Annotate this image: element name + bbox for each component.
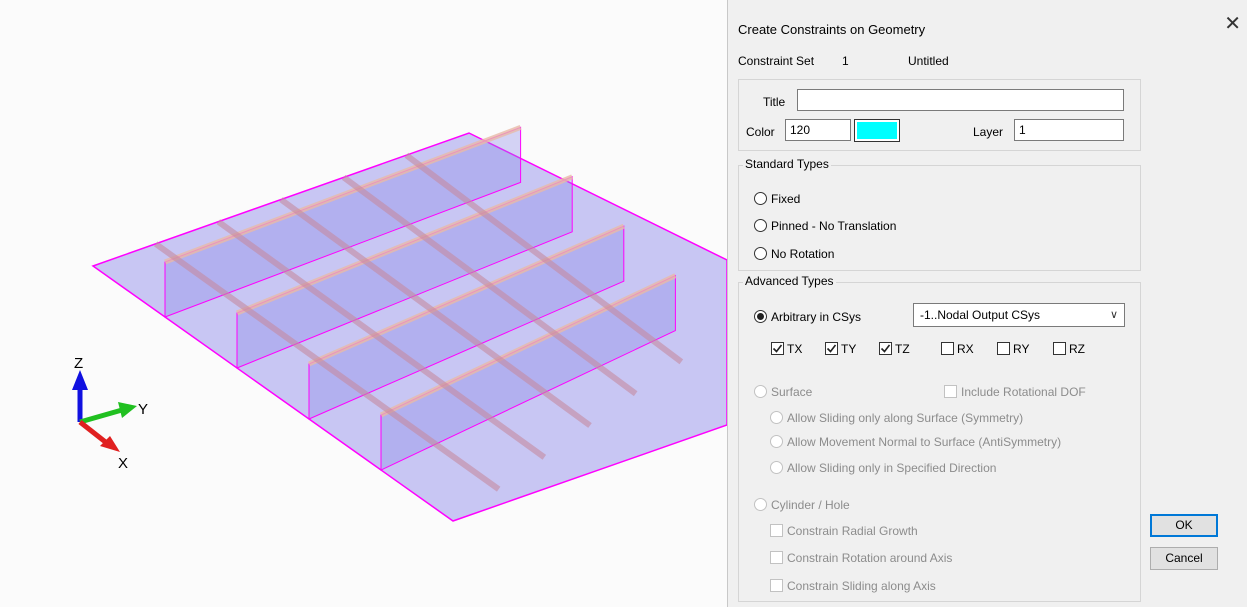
no-rotation-radio[interactable] bbox=[754, 247, 767, 260]
rx-checkbox[interactable] bbox=[941, 342, 954, 355]
constraint-set-id: 1 bbox=[842, 54, 849, 68]
tz-label: TZ bbox=[895, 342, 910, 356]
ok-button[interactable]: OK bbox=[1150, 514, 1218, 537]
y-axis-arrow bbox=[118, 402, 137, 418]
z-axis-label: Z bbox=[74, 355, 83, 372]
radial-growth-label: Constrain Radial Growth bbox=[787, 524, 918, 538]
pinned-label: Pinned - No Translation bbox=[771, 219, 897, 233]
standard-types-label: Standard Types bbox=[743, 157, 831, 171]
rz-label: RZ bbox=[1069, 342, 1085, 356]
csys-select[interactable]: -1..Nodal Output CSys ∨ bbox=[913, 303, 1125, 327]
ry-label: RY bbox=[1013, 342, 1030, 356]
cylinder-radio[interactable] bbox=[754, 498, 767, 511]
close-icon[interactable]: ✕ bbox=[1224, 14, 1241, 34]
advanced-types-group: Advanced Types Arbitrary in CSys -1..Nod… bbox=[738, 274, 1141, 602]
tz-checkbox[interactable] bbox=[879, 342, 892, 355]
rx-label: RX bbox=[957, 342, 974, 356]
properties-group: Title Color Layer bbox=[738, 79, 1141, 151]
include-rot-dof-label: Include Rotational DOF bbox=[961, 385, 1086, 399]
constraint-set-label: Constraint Set bbox=[738, 54, 815, 68]
advanced-types-label: Advanced Types bbox=[743, 274, 836, 288]
x-axis-label: X bbox=[118, 455, 128, 472]
y-axis bbox=[79, 407, 123, 425]
tx-checkbox[interactable] bbox=[771, 342, 784, 355]
sliding-direction-label: Allow Sliding only in Specified Directio… bbox=[787, 461, 997, 475]
model-scene: Z Y X bbox=[72, 125, 727, 522]
ty-checkbox[interactable] bbox=[825, 342, 838, 355]
ry-checkbox[interactable] bbox=[997, 342, 1010, 355]
surface-label: Surface bbox=[771, 385, 813, 399]
title-label: Title bbox=[763, 95, 786, 109]
arbitrary-csys-radio[interactable] bbox=[754, 310, 767, 323]
include-rot-dof-checkbox[interactable] bbox=[944, 385, 957, 398]
sliding-axis-checkbox[interactable] bbox=[770, 579, 783, 592]
chevron-down-icon: ∨ bbox=[1109, 309, 1118, 321]
layer-label: Layer bbox=[973, 125, 1004, 139]
color-label: Color bbox=[746, 125, 775, 139]
fixed-radio[interactable] bbox=[754, 192, 767, 205]
cylinder-label: Cylinder / Hole bbox=[771, 498, 850, 512]
sliding-surface-label: Allow Sliding only along Surface (Symmet… bbox=[787, 411, 1024, 425]
x-axis bbox=[78, 420, 110, 446]
title-input[interactable] bbox=[797, 89, 1124, 111]
model-viewport[interactable]: Z Y X bbox=[0, 0, 727, 607]
fixed-label: Fixed bbox=[771, 192, 801, 206]
csys-selected: -1..Nodal Output CSys bbox=[920, 308, 1041, 322]
standard-types-group: Standard Types Fixed Pinned - No Transla… bbox=[738, 157, 1141, 271]
surface-radio[interactable] bbox=[754, 385, 767, 398]
color-swatch bbox=[857, 122, 897, 139]
radial-growth-checkbox[interactable] bbox=[770, 524, 783, 537]
movement-normal-label: Allow Movement Normal to Surface (AntiSy… bbox=[787, 435, 1062, 449]
create-constraints-dialog: Create Constraints on Geometry ✕ Constra… bbox=[727, 0, 1247, 607]
z-axis-arrow bbox=[72, 370, 88, 390]
arbitrary-csys-label: Arbitrary in CSys bbox=[771, 310, 862, 324]
pinned-radio[interactable] bbox=[754, 219, 767, 232]
no-rotation-label: No Rotation bbox=[771, 247, 835, 261]
rz-checkbox[interactable] bbox=[1053, 342, 1066, 355]
tx-label: TX bbox=[787, 342, 803, 356]
sliding-surface-radio[interactable] bbox=[770, 411, 783, 424]
movement-normal-radio[interactable] bbox=[770, 435, 783, 448]
y-axis-label: Y bbox=[138, 401, 148, 418]
layer-input[interactable] bbox=[1014, 119, 1124, 141]
constraint-set-name: Untitled bbox=[908, 54, 949, 68]
color-input[interactable] bbox=[785, 119, 851, 141]
dialog-title: Create Constraints on Geometry bbox=[738, 22, 926, 37]
sliding-direction-radio[interactable] bbox=[770, 461, 783, 474]
cancel-button[interactable]: Cancel bbox=[1150, 547, 1218, 570]
color-swatch-button[interactable] bbox=[854, 119, 900, 142]
sliding-axis-label: Constrain Sliding along Axis bbox=[787, 579, 936, 593]
rotation-axis-label: Constrain Rotation around Axis bbox=[787, 551, 953, 565]
rotation-axis-checkbox[interactable] bbox=[770, 551, 783, 564]
ty-label: TY bbox=[841, 342, 857, 356]
